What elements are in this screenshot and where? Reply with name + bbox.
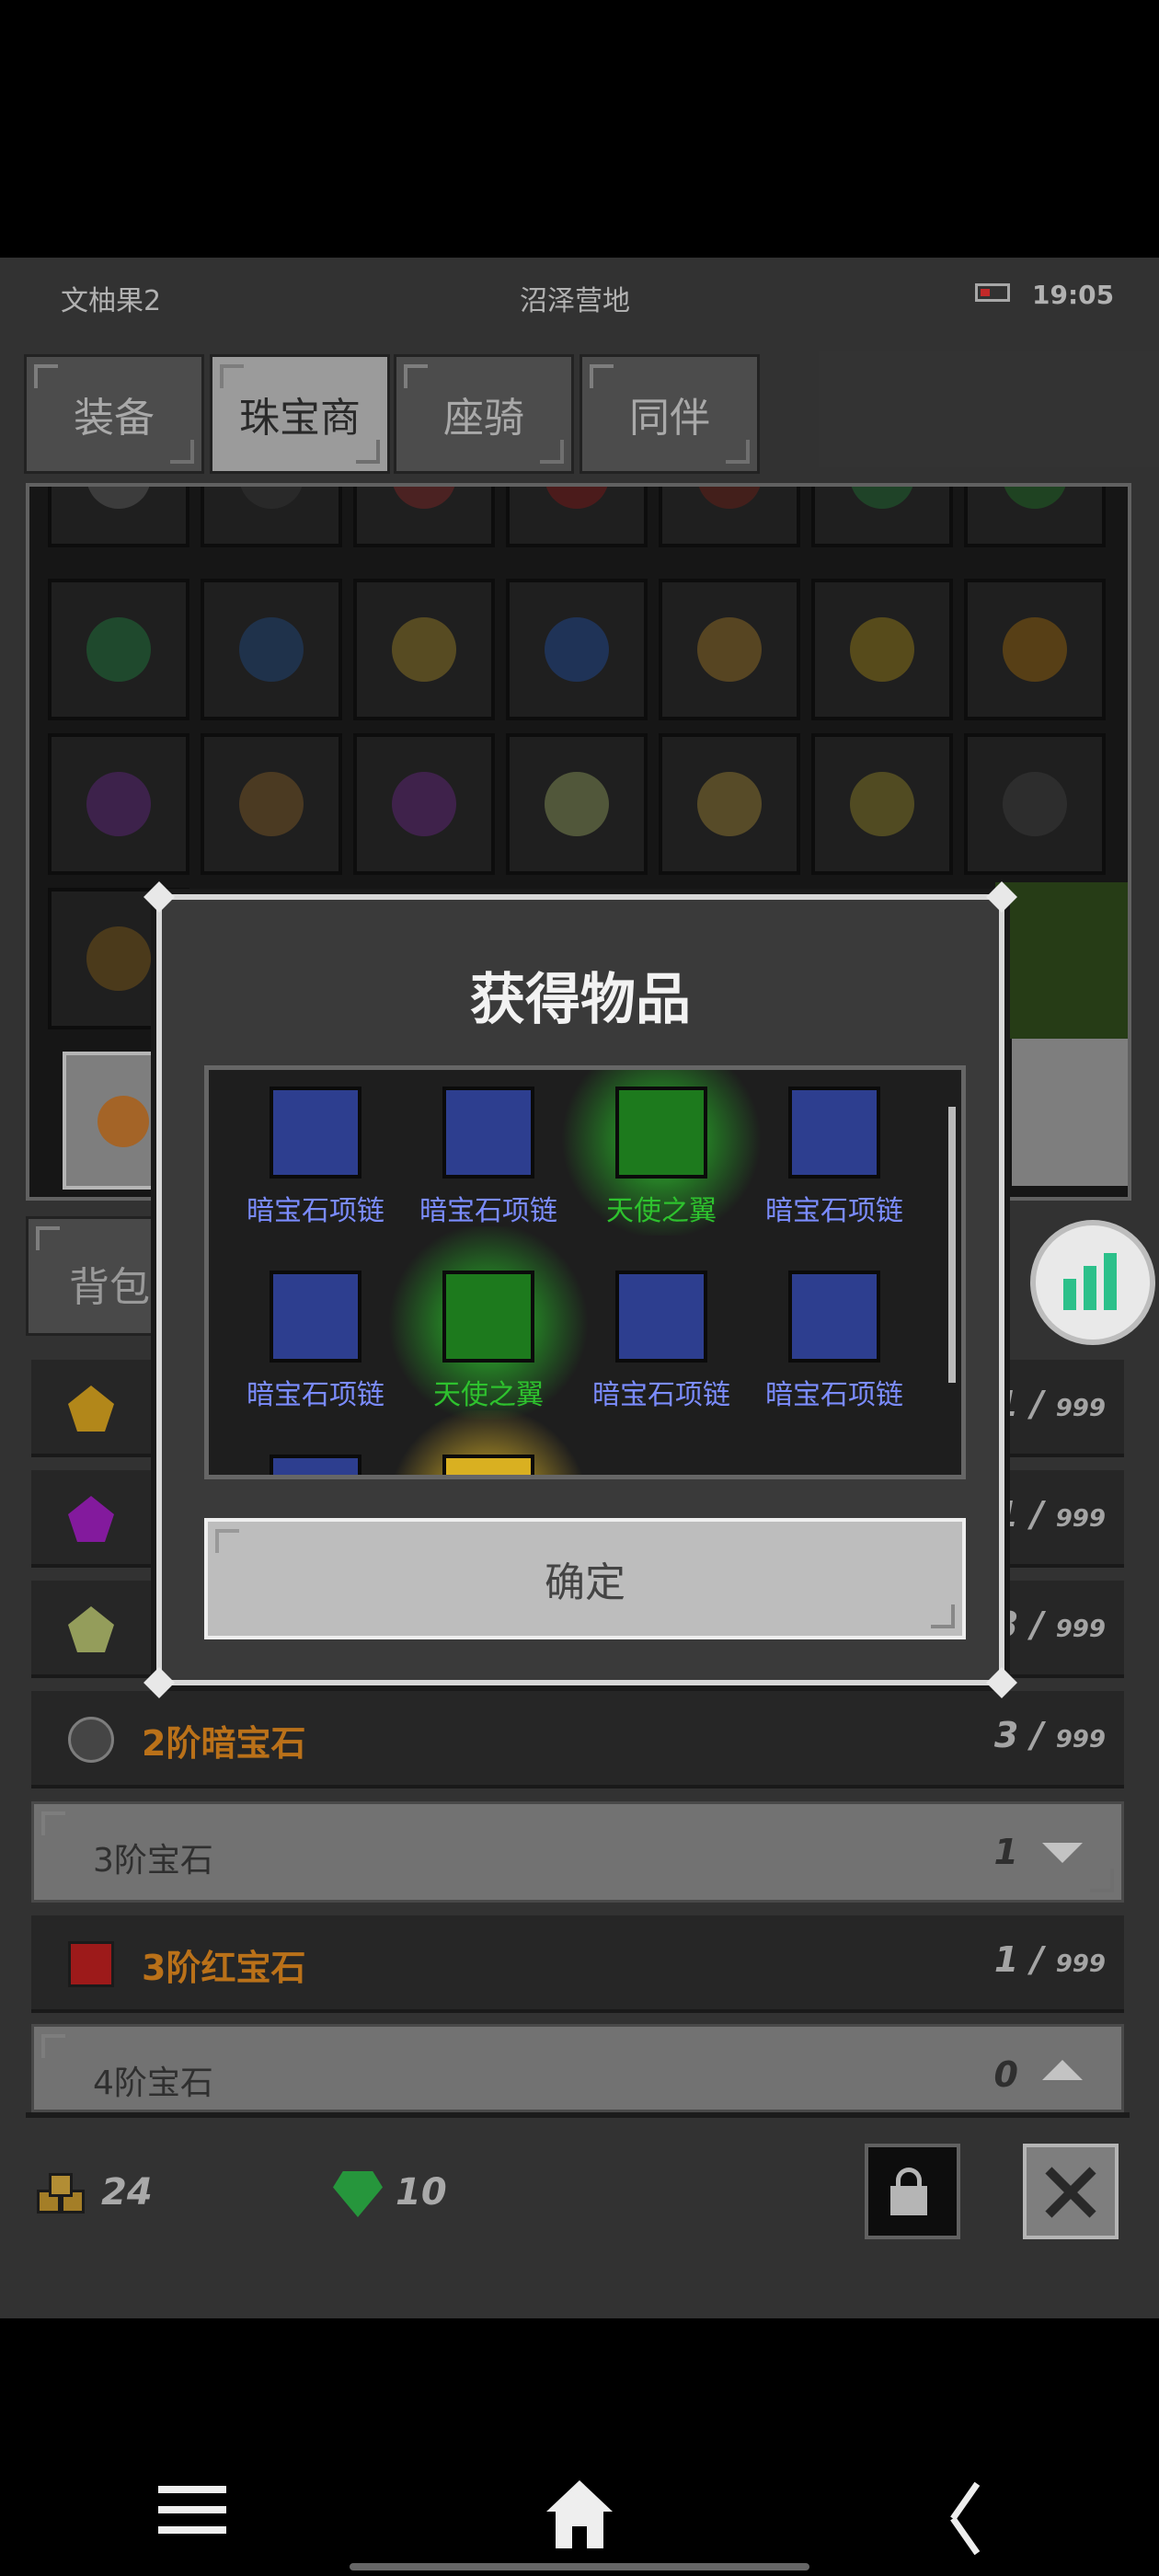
- reward-item-label: 暗宝石项链: [592, 1379, 730, 1411]
- reward-item-label: 暗宝石项链: [419, 1195, 557, 1227]
- reward-item[interactable]: 暗宝石项链: [575, 1254, 748, 1429]
- necklace-icon: [615, 1271, 707, 1363]
- necklace-icon: [442, 1087, 534, 1179]
- reward-items-list[interactable]: 暗宝石项链 暗宝石项链 天使之翼 暗宝石项链 暗宝石项链 天使之翼 暗宝石项链: [204, 1065, 966, 1479]
- stats-button[interactable]: [1030, 1220, 1155, 1345]
- necklace-icon: [788, 1271, 880, 1363]
- reward-item[interactable]: 暗宝石项链: [402, 1070, 575, 1245]
- dialog-title: 获得物品: [470, 968, 691, 1032]
- scrollbar[interactable]: [948, 1107, 956, 1383]
- reward-item[interactable]: 天使之翼: [557, 1070, 766, 1245]
- reward-item[interactable]: [229, 1438, 402, 1475]
- confirm-button-label: 确定: [545, 1559, 625, 1606]
- reward-item-label: 暗宝石项链: [247, 1195, 384, 1227]
- confirm-button[interactable]: 确定: [204, 1518, 966, 1639]
- reward-item-label: 天使之翼: [433, 1379, 544, 1411]
- obtained-items-dialog: 获得物品 暗宝石项链 暗宝石项链 天使之翼 暗宝石项链 暗宝石项链 天使之翼 暗…: [143, 881, 1017, 1698]
- necklace-icon: [270, 1455, 361, 1475]
- necklace-icon: [270, 1087, 361, 1179]
- reward-item[interactable]: 暗宝石项链: [229, 1070, 402, 1245]
- reward-item-label: 暗宝石项链: [765, 1379, 903, 1411]
- reward-item-label: 暗宝石项链: [765, 1195, 903, 1227]
- gold-item-icon: [442, 1455, 534, 1475]
- necklace-icon: [788, 1087, 880, 1179]
- angel-wings-icon: [442, 1271, 534, 1363]
- gesture-bar: [350, 2563, 809, 2570]
- bar-chart-icon-bar: [1084, 1266, 1096, 1310]
- reward-item[interactable]: 天使之翼: [384, 1226, 593, 1429]
- bar-chart-icon: [1063, 1279, 1076, 1310]
- home-icon[interactable]: [546, 2480, 613, 2550]
- reward-item[interactable]: [384, 1410, 593, 1475]
- back-icon[interactable]: [947, 2481, 984, 2556]
- menu-icon[interactable]: [158, 2486, 226, 2534]
- angel-wings-icon: [615, 1087, 707, 1179]
- reward-item[interactable]: 暗宝石项链: [748, 1070, 921, 1245]
- reward-item-label: 暗宝石项链: [247, 1379, 384, 1411]
- reward-item-label: 天使之翼: [606, 1195, 717, 1227]
- necklace-icon: [270, 1271, 361, 1363]
- bar-chart-icon-bar: [1104, 1253, 1117, 1310]
- reward-item[interactable]: 暗宝石项链: [748, 1254, 921, 1429]
- reward-item[interactable]: 暗宝石项链: [229, 1254, 402, 1429]
